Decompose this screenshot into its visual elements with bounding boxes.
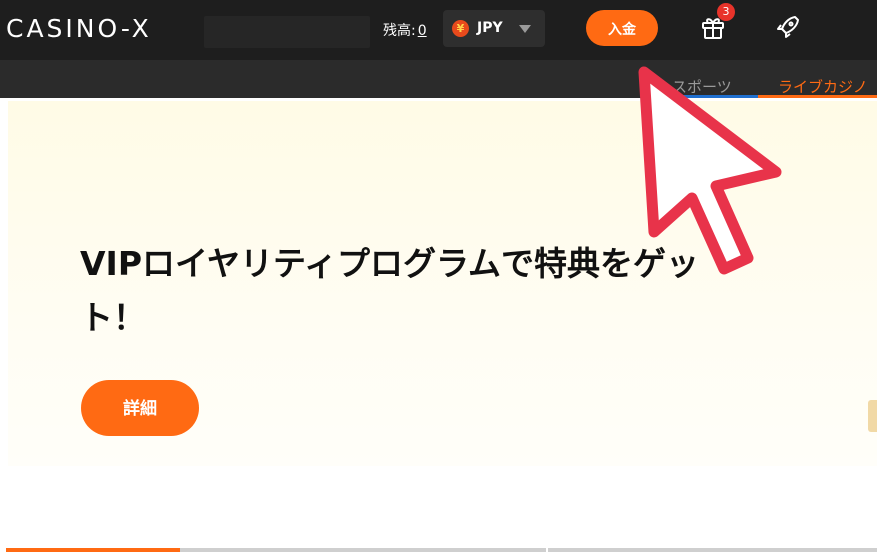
banner-carousel-progress[interactable] xyxy=(6,548,877,552)
currency-selector[interactable]: ¥ JPY xyxy=(443,10,545,47)
details-button[interactable]: 詳細 xyxy=(81,380,199,436)
currency-code: JPY xyxy=(477,20,503,36)
header-placeholder-box xyxy=(204,16,370,48)
carousel-progress-fill xyxy=(6,548,180,552)
deposit-button[interactable]: 入金 xyxy=(586,10,658,46)
carousel-progress-divider xyxy=(546,548,548,552)
pointer-cursor-icon xyxy=(638,66,782,275)
tab-live-casino[interactable]: ライブカジノ xyxy=(778,76,868,97)
balance-display: 残高: 0 xyxy=(383,20,427,40)
yen-icon: ¥ xyxy=(452,20,469,37)
balance-amount[interactable]: 0 xyxy=(418,23,427,39)
site-logo[interactable]: CASINO-X xyxy=(6,14,152,43)
balance-label: 残高: xyxy=(383,23,416,39)
rocket-icon[interactable] xyxy=(775,14,801,40)
gift-count-badge: 3 xyxy=(717,3,735,21)
banner-edge-decoration xyxy=(868,400,877,432)
top-header: CASINO-X 残高: 0 ¥ JPY 入金 3 xyxy=(0,0,877,60)
chevron-down-icon xyxy=(519,25,531,33)
